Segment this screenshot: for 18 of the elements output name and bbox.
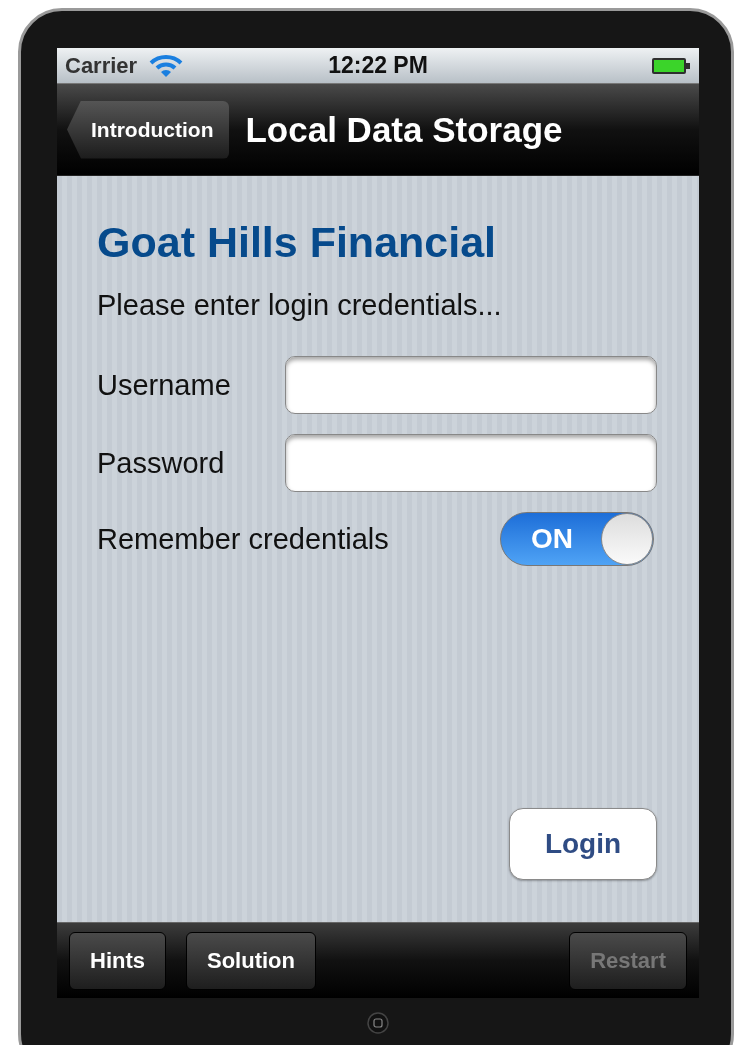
login-prompt: Please enter login credentials... [97, 289, 503, 322]
home-button-icon[interactable] [367, 1012, 389, 1034]
toolbar-button[interactable]: Hints [69, 931, 166, 990]
toggle-label: Remember credentials [97, 522, 390, 556]
input-field[interactable] [285, 434, 657, 492]
login-button[interactable]: Login [509, 808, 657, 880]
status-time: 12:22 PM [328, 52, 428, 79]
app-heading: Goat Hills Financial [97, 218, 498, 267]
toolbar-button[interactable]: Solution [186, 931, 316, 990]
field-label: Username [97, 368, 232, 402]
nav-title: Local Data Storage [245, 109, 563, 150]
back-button[interactable]: Introduction [67, 100, 230, 159]
battery-icon [651, 56, 691, 75]
field-label: Password [97, 446, 226, 480]
carrier-label: Carrier [65, 52, 138, 79]
remember-toggle[interactable]: ON [500, 512, 654, 566]
wifi-icon [149, 53, 184, 78]
input-field[interactable] [285, 356, 657, 414]
